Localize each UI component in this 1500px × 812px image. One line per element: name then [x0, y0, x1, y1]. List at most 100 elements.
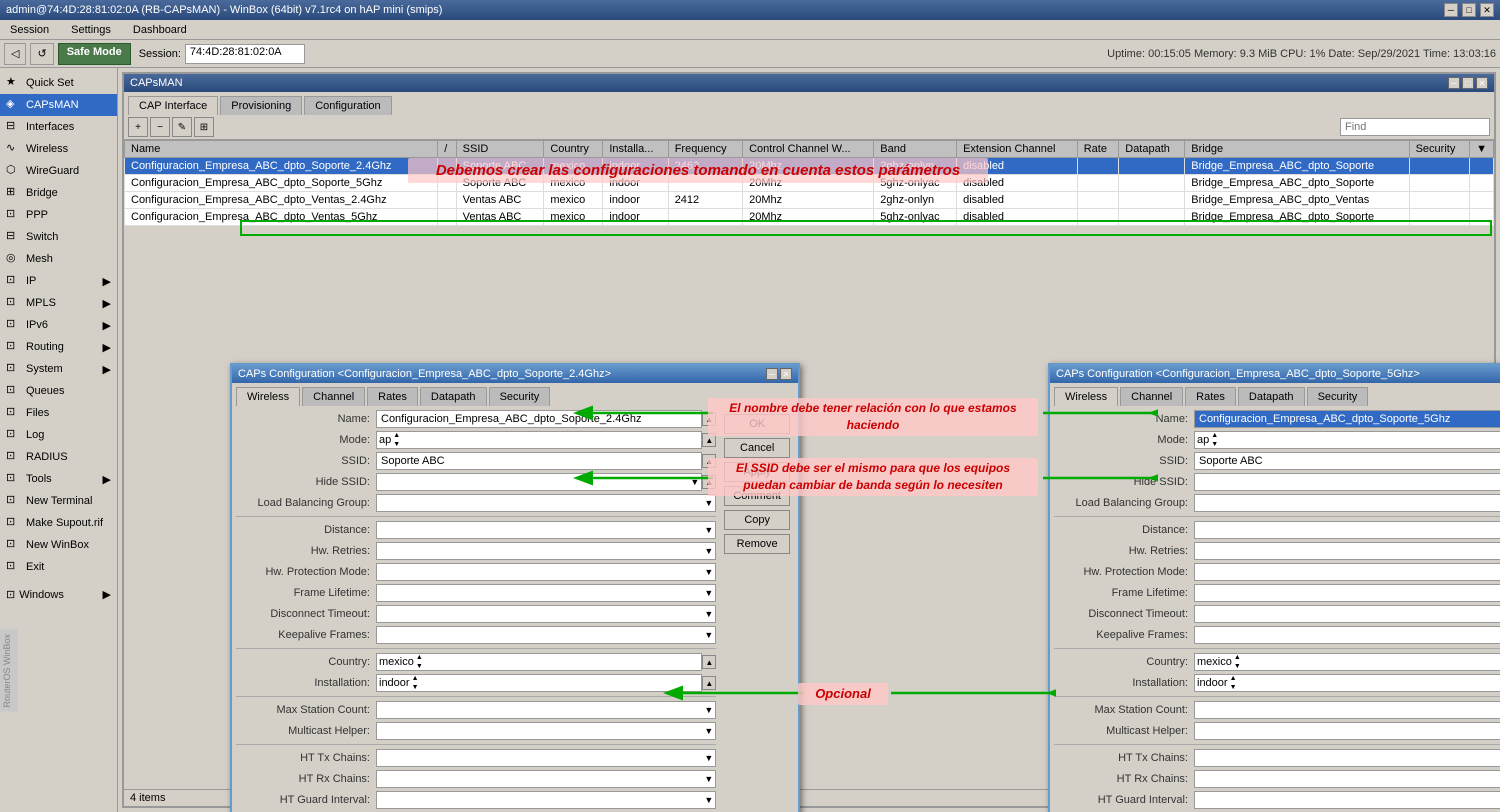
- installation-select-5g[interactable]: indoor ▲ ▼: [1194, 674, 1500, 692]
- maxstation-select[interactable]: ▼: [376, 701, 716, 719]
- installation-select[interactable]: indoor ▲ ▼: [376, 674, 702, 692]
- tab-24ghz-wireless[interactable]: Wireless: [236, 387, 300, 406]
- mode-select-5g[interactable]: ap ▲ ▼: [1194, 431, 1500, 449]
- sidebar-item-queues[interactable]: ⊡ Queues: [0, 380, 117, 402]
- keepalive-select-5g[interactable]: ▼: [1194, 626, 1500, 644]
- httxchains-select-5g[interactable]: ▼: [1194, 749, 1500, 767]
- minimize-button[interactable]: ─: [1444, 3, 1458, 17]
- sidebar-item-routing[interactable]: ⊡ Routing ▶: [0, 336, 117, 358]
- tab-5ghz-security[interactable]: Security: [1307, 387, 1369, 406]
- disconnecttimeout-arrow[interactable]: ▼: [704, 609, 713, 619]
- mode-scroll[interactable]: ▲: [702, 433, 716, 447]
- col-frequency[interactable]: Frequency: [668, 141, 742, 158]
- htguard-arrow[interactable]: ▼: [704, 795, 713, 805]
- capsman-close[interactable]: ✕: [1476, 77, 1488, 89]
- name-input-5g[interactable]: [1194, 410, 1500, 428]
- menu-session[interactable]: Session: [4, 23, 55, 37]
- country-up-5g[interactable]: ▲: [1234, 653, 1241, 662]
- framelifetime-select-5g[interactable]: ▼: [1194, 584, 1500, 602]
- distance-select[interactable]: ▼: [376, 521, 716, 539]
- installation-scroll-up[interactable]: ▲: [702, 676, 716, 690]
- search-input[interactable]: [1340, 118, 1490, 136]
- sidebar-item-log[interactable]: ⊡ Log: [0, 424, 117, 446]
- col-country[interactable]: Country: [544, 141, 603, 158]
- htrxchains-select[interactable]: ▼: [376, 770, 716, 788]
- lbg-select-5g[interactable]: ▼: [1194, 494, 1500, 512]
- mode-select[interactable]: ap ▲ ▼: [376, 431, 702, 449]
- framelifetime-select[interactable]: ▼: [376, 584, 716, 602]
- dialog-24ghz-remove[interactable]: Remove: [724, 534, 790, 554]
- remove-button[interactable]: −: [150, 117, 170, 137]
- hidessid-select[interactable]: ▼: [376, 473, 702, 491]
- sidebar-item-ipv6[interactable]: ⊡ IPv6 ▶: [0, 314, 117, 336]
- col-bridge[interactable]: Bridge: [1185, 141, 1409, 158]
- dialog-24ghz-copy[interactable]: Copy: [724, 510, 790, 530]
- sidebar-item-bridge[interactable]: ⊞ Bridge: [0, 182, 117, 204]
- col-security-arrow[interactable]: ▼: [1470, 141, 1494, 158]
- sidebar-item-mesh[interactable]: ◎ Mesh: [0, 248, 117, 270]
- hwretries-arrow[interactable]: ▼: [704, 546, 713, 556]
- edit-button[interactable]: ✎: [172, 117, 192, 137]
- tab-provisioning[interactable]: Provisioning: [220, 96, 302, 115]
- hwprotmode-arrow[interactable]: ▼: [704, 567, 713, 577]
- keepalive-select[interactable]: ▼: [376, 626, 716, 644]
- installation-up[interactable]: ▲: [412, 674, 419, 683]
- sidebar-item-mpls[interactable]: ⊡ MPLS ▶: [0, 292, 117, 314]
- httxchains-select[interactable]: ▼: [376, 749, 716, 767]
- country-updown[interactable]: ▲ ▼: [416, 653, 423, 671]
- framelifetime-arrow[interactable]: ▼: [704, 588, 713, 598]
- sidebar-item-capsman[interactable]: ◈ CAPsMAN: [0, 94, 117, 116]
- menu-settings[interactable]: Settings: [65, 23, 117, 37]
- add-button[interactable]: +: [128, 117, 148, 137]
- table-row[interactable]: Configuracion_Empresa_ABC_dpto_Ventas_2.…: [125, 192, 1494, 209]
- installation-updown-5g[interactable]: ▲ ▼: [1230, 674, 1237, 692]
- sidebar-item-newwinbox[interactable]: ⊡ New WinBox: [0, 534, 117, 556]
- maximize-button[interactable]: □: [1462, 3, 1476, 17]
- maxstation-select-5g[interactable]: ▼: [1194, 701, 1500, 719]
- sidebar-item-tools[interactable]: ⊡ Tools ▶: [0, 468, 117, 490]
- sidebar-item-system[interactable]: ⊡ System ▶: [0, 358, 117, 380]
- tab-24ghz-rates[interactable]: Rates: [367, 387, 418, 406]
- sidebar-item-ip[interactable]: ⊡ IP ▶: [0, 270, 117, 292]
- sidebar-item-wireguard[interactable]: ⬡ WireGuard: [0, 160, 117, 182]
- htrxchains-select-5g[interactable]: ▼: [1194, 770, 1500, 788]
- tab-configuration[interactable]: Configuration: [304, 96, 391, 115]
- installation-up-5g[interactable]: ▲: [1230, 674, 1237, 683]
- dialog-24ghz-close[interactable]: ✕: [780, 368, 792, 380]
- col-datapath[interactable]: Datapath: [1119, 141, 1185, 158]
- col-installation[interactable]: Installa...: [603, 141, 668, 158]
- safe-mode-button[interactable]: Safe Mode: [58, 43, 131, 65]
- ssid-input-5g[interactable]: [1194, 452, 1500, 470]
- sidebar-item-radius[interactable]: ⊡ RADIUS: [0, 446, 117, 468]
- multicast-arrow[interactable]: ▼: [704, 726, 713, 736]
- name-up-btn[interactable]: ▲: [702, 412, 716, 426]
- country-updown-5g[interactable]: ▲ ▼: [1234, 653, 1241, 671]
- sidebar-item-files[interactable]: ⊡ Files: [0, 402, 117, 424]
- table-row[interactable]: Configuracion_Empresa_ABC_dpto_Soporte_2…: [125, 158, 1494, 175]
- tab-24ghz-datapath[interactable]: Datapath: [420, 387, 487, 406]
- name-input[interactable]: [376, 410, 702, 428]
- disconnecttimeout-select[interactable]: ▼: [376, 605, 716, 623]
- hwretries-select[interactable]: ▼: [376, 542, 716, 560]
- tab-24ghz-security[interactable]: Security: [489, 387, 551, 406]
- mode-updown[interactable]: ▲ ▼: [393, 431, 400, 449]
- tab-5ghz-channel[interactable]: Channel: [1120, 387, 1183, 406]
- back-button[interactable]: ◁: [4, 43, 26, 65]
- session-value[interactable]: 74:4D:28:81:02:0A: [185, 44, 305, 64]
- country-down-5g[interactable]: ▼: [1234, 662, 1241, 671]
- installation-down-5g[interactable]: ▼: [1230, 683, 1237, 692]
- lbg-select[interactable]: ▼: [376, 494, 716, 512]
- installation-down[interactable]: ▼: [412, 683, 419, 692]
- mode-up-5g[interactable]: ▲: [1211, 431, 1218, 440]
- col-control-channel[interactable]: Control Channel W...: [743, 141, 874, 158]
- mode-down[interactable]: ▼: [393, 440, 400, 449]
- menu-dashboard[interactable]: Dashboard: [127, 23, 193, 37]
- multicast-select[interactable]: ▼: [376, 722, 716, 740]
- col-band[interactable]: Band: [874, 141, 957, 158]
- sidebar-item-interfaces[interactable]: ⊟ Interfaces: [0, 116, 117, 138]
- installation-updown[interactable]: ▲ ▼: [412, 674, 419, 692]
- dialog-24ghz-comment[interactable]: Comment: [724, 486, 790, 506]
- ssid-scroll[interactable]: ▲: [702, 454, 716, 468]
- hidessid-arrow[interactable]: ▼: [690, 477, 699, 487]
- distance-select-5g[interactable]: ▼: [1194, 521, 1500, 539]
